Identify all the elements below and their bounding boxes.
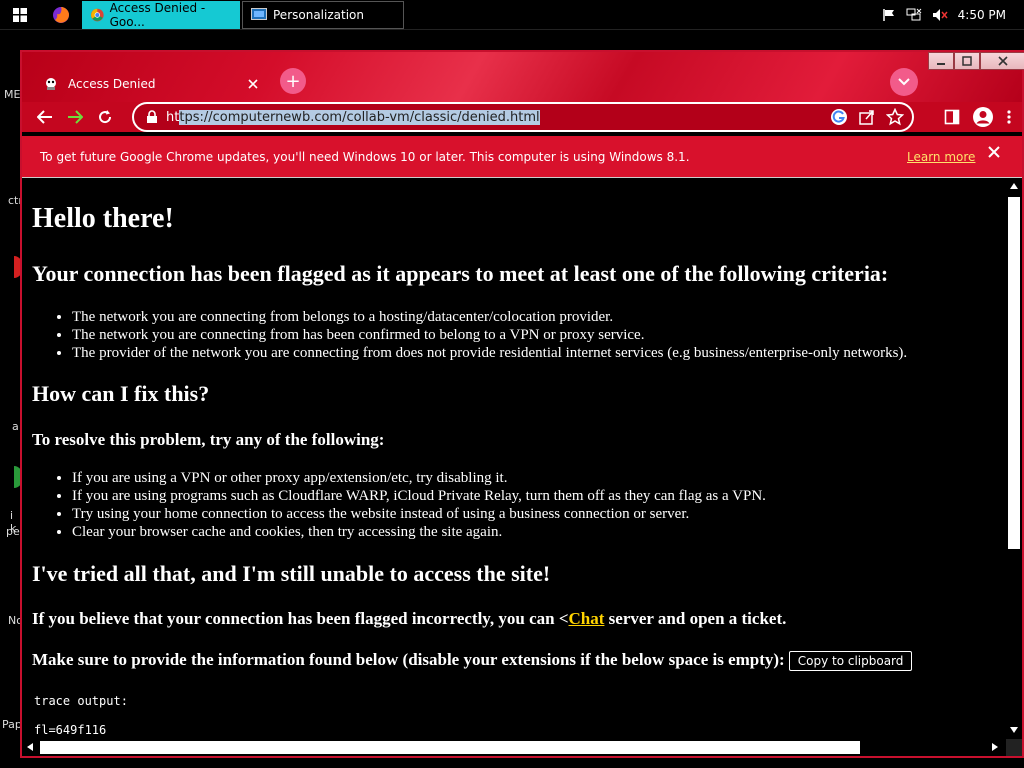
forward-button[interactable]: [60, 102, 90, 132]
learn-more-link[interactable]: Learn more: [907, 150, 975, 164]
clock[interactable]: 4:50 PM: [958, 8, 1006, 22]
kebab-menu-icon[interactable]: [1006, 109, 1012, 125]
heading-resolve: To resolve this problem, try any of the …: [32, 430, 385, 449]
chrome-window: Access Denied + https://computernewb.com…: [20, 50, 1024, 758]
firefox-taskbar-icon[interactable]: [40, 0, 82, 30]
network-icon[interactable]: [906, 8, 922, 22]
info-paragraph: Make sure to provide the information fou…: [32, 650, 913, 672]
google-lens-icon[interactable]: [830, 108, 848, 126]
flag-icon[interactable]: [882, 8, 896, 22]
favicon-icon: [46, 77, 56, 90]
tab-access-denied[interactable]: Access Denied: [32, 65, 270, 102]
update-infobar: To get future Google Chrome updates, you…: [22, 136, 1022, 178]
list-item: The network you are connecting from has …: [72, 326, 907, 344]
taskbar-task-label: Access Denied - Goo...: [109, 0, 206, 29]
desktop-icon-label: pe: [6, 525, 20, 538]
heading-tried: I've tried all that, and I'm still unabl…: [32, 561, 551, 586]
chat-link[interactable]: Chat: [569, 609, 605, 628]
close-icon: [998, 56, 1008, 66]
trace-label: trace output:: [34, 694, 128, 708]
list-item: Try using your home connection to access…: [72, 505, 766, 523]
toolbar: https://computernewb.com/collab-vm/class…: [22, 102, 1022, 132]
windows-logo-icon: [13, 7, 27, 22]
scrollbar-corner: [1006, 739, 1022, 756]
volume-muted-icon[interactable]: [932, 8, 948, 22]
vertical-scroll-thumb[interactable]: [1008, 197, 1020, 549]
lock-icon[interactable]: [146, 110, 158, 124]
taskbar: Access Denied - Goo... Personalization 4…: [0, 0, 1024, 30]
share-icon[interactable]: [858, 108, 876, 126]
horizontal-scroll-thumb[interactable]: [40, 741, 860, 754]
reload-icon: [99, 110, 112, 124]
url-prefix: ht: [166, 109, 180, 125]
omnibox-actions: [830, 108, 904, 126]
side-panel-icon[interactable]: [944, 109, 960, 125]
desktop-icon-label: Pap: [2, 718, 22, 731]
scroll-left-icon[interactable]: [27, 743, 33, 751]
profile-avatar-icon[interactable]: [972, 106, 994, 128]
address-bar[interactable]: https://computernewb.com/collab-vm/class…: [132, 102, 914, 132]
bookmark-star-icon[interactable]: [886, 108, 904, 126]
info-text: Make sure to provide the information fou…: [32, 650, 785, 669]
chrome-icon: [91, 8, 104, 21]
ticket-text-before: If you believe that your connection has …: [32, 609, 569, 628]
taskbar-task-chrome[interactable]: Access Denied - Goo...: [82, 0, 240, 29]
desktop-edge: ME ctr a i k pe No Pap: [0, 30, 23, 768]
back-button[interactable]: [30, 102, 60, 132]
minimize-button[interactable]: [928, 52, 954, 70]
window-controls: [928, 52, 1024, 70]
ticket-text-after: server and open a ticket.: [604, 609, 787, 628]
trace-line[interactable]: fl=649f116: [34, 723, 106, 737]
tab-search-button[interactable]: [890, 68, 918, 96]
scroll-down-icon[interactable]: [1010, 727, 1018, 733]
list-item: Clear your browser cache and cookies, th…: [72, 523, 766, 541]
chevron-down-icon: [898, 78, 910, 86]
desktop-icon-label: a: [12, 420, 19, 433]
taskbar-task-personalization[interactable]: Personalization: [242, 0, 404, 29]
close-window-button[interactable]: [980, 52, 1024, 70]
list-item: The network you are connecting from belo…: [72, 308, 907, 326]
infobar-message: To get future Google Chrome updates, you…: [40, 149, 690, 164]
page-title: Hello there!: [32, 203, 174, 234]
personalization-icon: [251, 7, 267, 20]
toolbar-actions: [944, 102, 1012, 132]
heading-flagged: Your connection has been flagged as it a…: [32, 261, 889, 286]
scroll-right-icon[interactable]: [992, 743, 998, 751]
list-item: The provider of the network you are conn…: [72, 344, 907, 362]
criteria-list: The network you are connecting from belo…: [72, 308, 907, 362]
ticket-paragraph: If you believe that your connection has …: [32, 609, 786, 629]
reload-button[interactable]: [90, 102, 120, 132]
heading-fix: How can I fix this?: [32, 381, 210, 406]
page-content: Hello there! Your connection has been fl…: [22, 179, 1006, 739]
copy-to-clipboard-button[interactable]: Copy to clipboard: [788, 651, 913, 672]
minimize-icon: [937, 63, 945, 65]
vertical-scrollbar[interactable]: [1006, 179, 1022, 739]
list-item: If you are using programs such as Cloudf…: [72, 487, 766, 505]
tab-title: Access Denied: [68, 76, 156, 91]
title-bar[interactable]: Access Denied +: [22, 52, 1024, 102]
url-text[interactable]: https://computernewb.com/collab-vm/class…: [166, 109, 540, 125]
infobar-close-icon[interactable]: [988, 146, 1000, 158]
new-tab-button[interactable]: +: [280, 68, 306, 94]
taskbar-task-label: Personalization: [273, 7, 364, 22]
start-button[interactable]: [0, 0, 40, 30]
url-selection: tps://computernewb.com/collab-vm/classic…: [179, 109, 540, 125]
horizontal-scrollbar[interactable]: [22, 739, 1006, 756]
tab-close-icon[interactable]: [248, 78, 258, 89]
firefox-icon: [53, 6, 69, 23]
scroll-up-icon[interactable]: [1010, 183, 1018, 189]
fixes-list: If you are using a VPN or other proxy ap…: [72, 469, 766, 541]
maximize-button[interactable]: [954, 52, 980, 70]
system-tray: 4:50 PM: [882, 8, 1024, 22]
maximize-icon: [962, 56, 972, 66]
list-item: If you are using a VPN or other proxy ap…: [72, 469, 766, 487]
arrow-left-icon: [37, 110, 52, 124]
desktop-icon-label: ME: [4, 88, 21, 101]
arrow-right-icon: [68, 110, 83, 124]
